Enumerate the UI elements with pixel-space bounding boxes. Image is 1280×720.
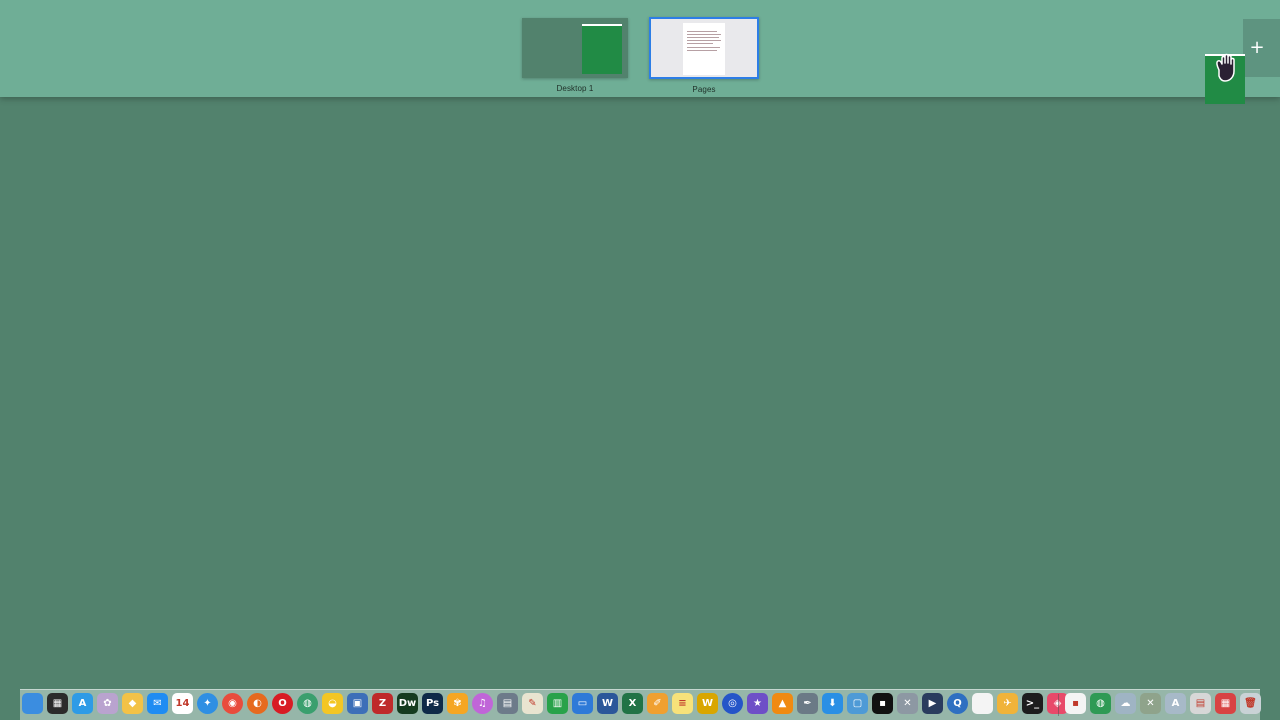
mission-control-spaces-bar: Desktop 1 Pages + bbox=[0, 0, 1280, 97]
messenger-icon[interactable]: ✉ bbox=[147, 693, 168, 714]
notes-icon[interactable]: ≡ bbox=[672, 693, 693, 714]
remote-desktop-icon[interactable]: ▣ bbox=[347, 693, 368, 714]
wunderlist-icon[interactable]: W bbox=[697, 693, 718, 714]
plus-icon[interactable]: + bbox=[1247, 38, 1267, 58]
filezilla-icon[interactable]: Z bbox=[372, 693, 393, 714]
textedit-icon[interactable]: ✎ bbox=[522, 693, 543, 714]
system-tools-icon[interactable]: ✕ bbox=[897, 693, 918, 714]
console-icon[interactable]: ▪ bbox=[872, 693, 893, 714]
space-desktop-1[interactable]: Desktop 1 bbox=[522, 0, 628, 93]
photoshop-icon[interactable]: Ps bbox=[422, 693, 443, 714]
cloud-stack-icon[interactable]: ☁ bbox=[1115, 693, 1136, 714]
image-capture-icon[interactable]: ▤ bbox=[497, 693, 518, 714]
firefox-icon[interactable]: ◐ bbox=[247, 693, 268, 714]
excel-icon[interactable]: X bbox=[622, 693, 643, 714]
word-icon[interactable]: W bbox=[597, 693, 618, 714]
cyberduck-icon[interactable]: ◒ bbox=[322, 693, 343, 714]
dock-separator bbox=[1058, 694, 1059, 716]
download-icon[interactable]: ⬇ bbox=[822, 693, 843, 714]
quicktime-icon[interactable]: ▶ bbox=[922, 693, 943, 714]
applications-stack-icon[interactable]: A bbox=[1165, 693, 1186, 714]
preview-icon[interactable]: ▢ bbox=[847, 693, 868, 714]
space-label: Pages bbox=[692, 85, 716, 94]
script-editor-icon[interactable]: ✒ bbox=[797, 693, 818, 714]
dock: ▦ A ✿ ◆ ✉ 14 ✦ ◉ ◐ O ◍ ◒ ▣ Z Dw Ps ✾ ♫ ▤ ✎ ▥ ▭ W X ✐ ≡ W ◎ ★ ▲ ✒ ⬇ ▢ ▪ ✕ ▶ Q… bbox=[20, 689, 1261, 720]
quicktime-q-icon[interactable]: Q bbox=[947, 693, 968, 714]
opera-icon[interactable]: O bbox=[272, 693, 293, 714]
dreamweaver-icon[interactable]: Dw bbox=[397, 693, 418, 714]
space-thumbnail-selected[interactable] bbox=[649, 17, 759, 79]
space-thumbnail[interactable] bbox=[522, 18, 628, 78]
network-globe-icon[interactable]: ◍ bbox=[297, 693, 318, 714]
space-pages[interactable]: Pages bbox=[649, 0, 759, 94]
clock-app-icon[interactable]: ◎ bbox=[722, 693, 743, 714]
app-store-icon[interactable]: A bbox=[72, 693, 93, 714]
mini-window-thumbnail bbox=[582, 24, 622, 74]
numbers-icon[interactable]: ▥ bbox=[547, 693, 568, 714]
imovie-star-icon[interactable]: ★ bbox=[747, 693, 768, 714]
documents-stack-icon[interactable]: ▤ bbox=[1190, 693, 1211, 714]
itunes-icon[interactable]: ♫ bbox=[472, 693, 493, 714]
downloads-stack-icon[interactable]: ▦ bbox=[1215, 693, 1236, 714]
hand-grab-cursor-icon bbox=[1216, 53, 1235, 82]
terminal-icon[interactable]: >_ bbox=[1022, 693, 1043, 714]
photo-app-icon[interactable]: ✿ bbox=[97, 693, 118, 714]
document-icon[interactable] bbox=[972, 693, 993, 714]
sketch-icon[interactable]: ◆ bbox=[122, 693, 143, 714]
dock-others: ▪ ◍ ☁ ✕ A ▤ ▦ 🗑 bbox=[1065, 693, 1265, 714]
finder-icon[interactable] bbox=[22, 693, 43, 714]
document-stack-icon[interactable]: ▪ bbox=[1065, 693, 1086, 714]
launchpad-icon[interactable]: ▦ bbox=[47, 693, 68, 714]
mini-document-thumbnail bbox=[683, 23, 725, 75]
vlc-icon[interactable]: ▲ bbox=[772, 693, 793, 714]
trash-icon[interactable]: 🗑 bbox=[1240, 693, 1261, 714]
photos-icon[interactable]: ✾ bbox=[447, 693, 468, 714]
keynote-icon[interactable]: ▭ bbox=[572, 693, 593, 714]
pages-icon[interactable]: ✐ bbox=[647, 693, 668, 714]
network-stack-icon[interactable]: ◍ bbox=[1090, 693, 1111, 714]
feather-icon[interactable]: ✈ bbox=[997, 693, 1018, 714]
chrome-icon[interactable]: ◉ bbox=[222, 693, 243, 714]
safari-icon[interactable]: ✦ bbox=[197, 693, 218, 714]
calendar-icon[interactable]: 14 bbox=[172, 693, 193, 714]
dock-apps: ▦ A ✿ ◆ ✉ 14 ✦ ◉ ◐ O ◍ ◒ ▣ Z Dw Ps ✾ ♫ ▤ ✎ ▥ ▭ W X ✐ ≡ W ◎ ★ ▲ ✒ ⬇ ▢ ▪ ✕ ▶ Q… bbox=[22, 693, 1072, 714]
space-label: Desktop 1 bbox=[556, 84, 594, 93]
tools-stack-icon[interactable]: ✕ bbox=[1140, 693, 1161, 714]
